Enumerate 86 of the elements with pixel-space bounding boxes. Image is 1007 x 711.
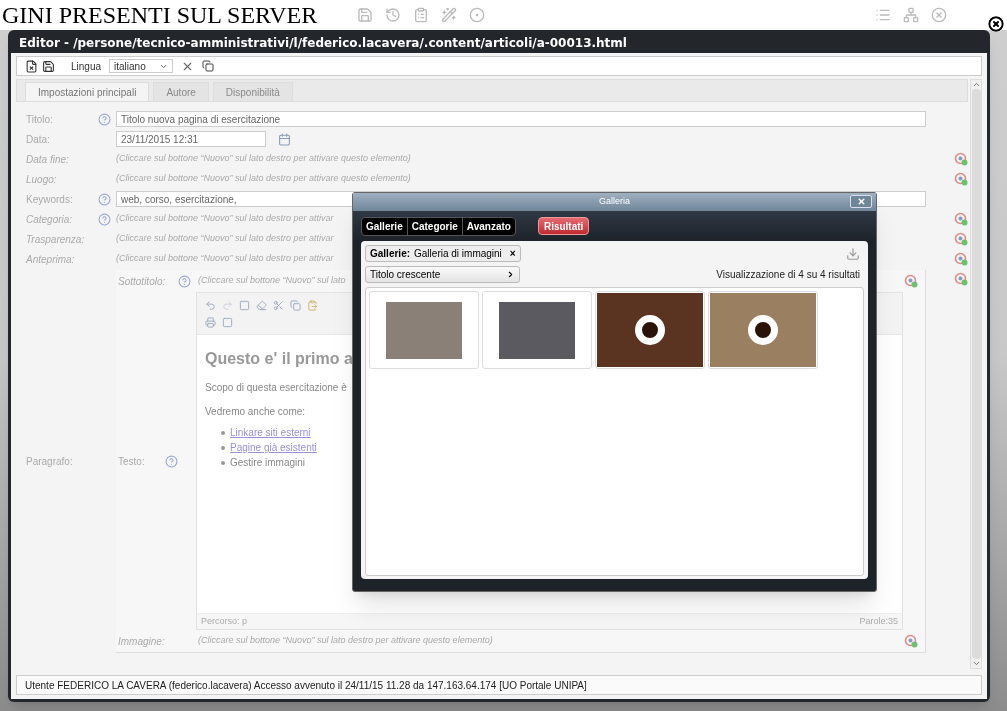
paste-icon[interactable] (307, 300, 318, 311)
inactive-hint: (Cliccare sul bottone “Nuovo” sul lato destro per attivar (116, 232, 334, 246)
inactive-hint: (Cliccare sul bottone “Nuovo” sul lato (198, 274, 346, 288)
print-icon[interactable] (205, 316, 216, 328)
help-icon[interactable] (178, 274, 191, 288)
inactive-hint: (Cliccare sul bottone “Nuovo” sul lato destro per attivare questo elemento) (116, 172, 411, 186)
inactive-hint: (Cliccare sul bottone “Nuovo” sul lato destro per attivare questo elemento) (116, 152, 411, 166)
calendar-icon[interactable] (278, 132, 291, 146)
close-icon[interactable] (988, 16, 1004, 32)
close-button[interactable] (850, 195, 872, 208)
close-document-icon[interactable] (25, 59, 38, 73)
dialog-title: Galleria (599, 195, 630, 209)
tab[interactable]: Gallerie (362, 217, 408, 235)
add-icon[interactable] (954, 152, 968, 166)
page-heading: GINI PRESENTI SUL SERVER (1, 2, 318, 28)
add-icon[interactable] (904, 274, 918, 288)
help-icon[interactable] (164, 454, 178, 468)
tab[interactable]: Risultati (537, 217, 590, 235)
tree-icon[interactable] (903, 7, 919, 23)
clipboard-icon[interactable] (413, 7, 430, 23)
target-icon[interactable] (469, 7, 486, 23)
inactive-hint: (Cliccare sul bottone “Nuovo” sul lato destro per attivare questo elemento) (198, 634, 494, 648)
download-icon[interactable] (846, 246, 860, 261)
field-label: Data: (26, 132, 51, 147)
content-paragraph: Scopo di questa esercitazione è (205, 381, 348, 395)
cut-icon[interactable] (273, 300, 284, 311)
undo-icon[interactable] (205, 300, 216, 311)
tab[interactable]: Impostazioni principali (25, 82, 150, 101)
thumbnail-card[interactable] (482, 291, 592, 369)
field-label: Trasparenza: (26, 232, 86, 247)
window-title: Editor - /persone/tecnico-amministrativi/l/federico.lacavera/.content/articoli/a-00013.html (18, 35, 628, 52)
list-icon[interactable] (875, 7, 891, 23)
select-all-icon[interactable] (239, 300, 250, 311)
help-icon[interactable] (97, 112, 111, 126)
field-label: Titolo: (26, 112, 54, 127)
content-paragraph: Vedremo anche come: (205, 405, 307, 419)
help-icon[interactable] (97, 212, 111, 226)
element-path: Percorso: p (201, 614, 248, 628)
field-label: Categoria: (26, 212, 74, 227)
add-icon[interactable] (904, 634, 918, 648)
inactive-hint: (Cliccare sul bottone “Nuovo” sul lato destro per attivar (116, 212, 334, 226)
magic-wand-icon[interactable] (441, 7, 458, 23)
list-item: Gestire immagini (230, 456, 306, 470)
filter-name: Gallerie: (370, 247, 411, 261)
caret-icon[interactable] (506, 270, 515, 279)
content-heading: Questo e' il primo a (205, 349, 354, 369)
language-label: Lingua (71, 59, 102, 74)
tab[interactable]: Categorie (407, 217, 463, 235)
add-icon[interactable] (954, 272, 968, 286)
filter-value: Galleria di immagini (414, 247, 502, 261)
add-icon[interactable] (954, 172, 968, 186)
status-bar: Utente FEDERICO LA CAVERA (federico.lacavera) Accesso avvenuto il 24/11/15 11.28 da 147.163.64.174 [UO Portale UNIPA] (16, 675, 982, 695)
scrollbar[interactable] (970, 79, 982, 669)
inactive-hint: (Cliccare sul bottone “Nuovo” sul lato destro per attivar (116, 252, 334, 266)
eraser-icon[interactable] (256, 300, 267, 311)
bullet-icon (221, 430, 225, 435)
bullet-icon (221, 460, 225, 465)
help-icon[interactable] (97, 192, 111, 206)
tab[interactable]: Avanzato (462, 217, 515, 235)
field-label: Luogo: (26, 172, 58, 187)
scroll-up-icon[interactable] (971, 80, 981, 89)
scroll-down-icon[interactable] (971, 659, 981, 668)
remove-filter-button[interactable]: × (509, 246, 516, 261)
field-label: Data fine: (26, 152, 70, 167)
thumbnail-card[interactable] (369, 291, 479, 369)
add-icon[interactable] (954, 232, 968, 246)
field-label: Immagine: (118, 634, 166, 649)
field-label: Testo: (118, 454, 145, 469)
history-icon[interactable] (385, 7, 402, 23)
redo-icon[interactable] (222, 300, 233, 311)
bullet-icon (221, 445, 225, 450)
save-icon[interactable] (42, 59, 55, 73)
copy-icon[interactable] (202, 60, 215, 72)
maximize-icon[interactable] (222, 316, 233, 328)
text-field[interactable]: Titolo nuova pagina di esercitazione (116, 111, 926, 127)
field-label: Anteprima: (26, 252, 76, 267)
date-field[interactable]: 23/11/2015 12:31 (116, 131, 266, 147)
results-count: Visualizzazione di 4 su 4 risultati (716, 268, 860, 282)
add-icon[interactable] (954, 252, 968, 266)
field-label: Sottotitolo: (118, 274, 167, 289)
field-label: Keywords: (26, 192, 74, 207)
add-icon[interactable] (954, 212, 968, 226)
sort-dropdown[interactable]: Titolo crescente (365, 266, 520, 283)
language-select[interactable]: italiano (109, 59, 174, 73)
word-count: Parole:35 (859, 614, 898, 628)
field-label: Paragrafo: (26, 455, 73, 469)
